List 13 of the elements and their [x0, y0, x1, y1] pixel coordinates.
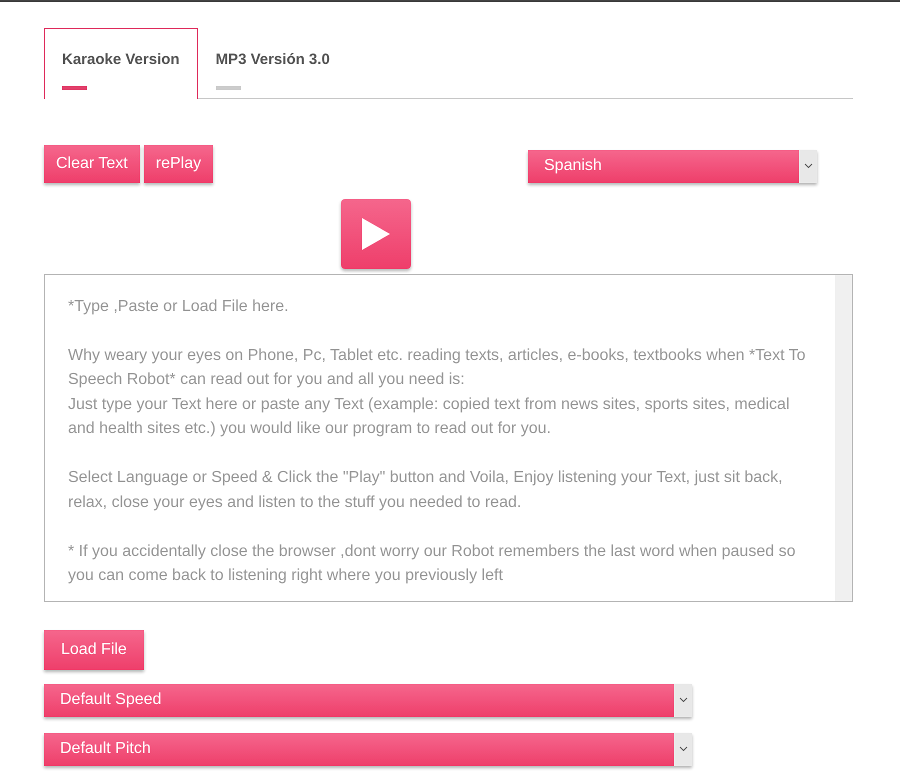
tab[interactable]: Karaoke Version — [44, 28, 198, 98]
dropdown-caret-icon — [674, 684, 692, 716]
load-file-button[interactable]: Load File — [44, 630, 144, 670]
tab[interactable]: MP3 Versión 3.0 — [198, 28, 348, 98]
play-button[interactable] — [341, 198, 411, 268]
pitch-select[interactable]: Default Pitch — [44, 732, 692, 766]
language-select[interactable]: Spanish — [528, 150, 817, 182]
action-button[interactable]: rePlay — [144, 144, 214, 182]
action-button[interactable]: Clear Text — [44, 144, 140, 182]
dropdown-caret-icon — [674, 732, 692, 766]
speed-select[interactable]: Default Speed — [44, 684, 692, 716]
dropdown-caret-icon — [799, 150, 817, 182]
play-icon — [362, 218, 390, 250]
